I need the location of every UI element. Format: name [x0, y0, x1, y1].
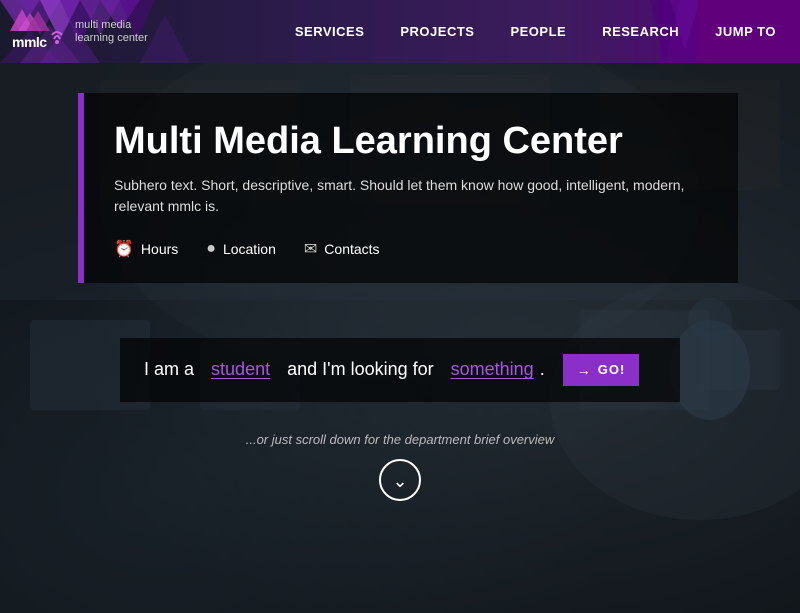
location-link[interactable]: ● Location — [206, 240, 276, 258]
search-link-student[interactable]: student — [211, 359, 270, 380]
nav-projects[interactable]: PROJECTS — [382, 0, 492, 63]
nav-links: SERVICES PROJECTS PEOPLE RESEARCH JUMP T… — [245, 0, 800, 63]
svg-text:mmlc: mmlc — [12, 34, 47, 50]
nav-jump-to[interactable]: JUMP TO — [697, 0, 800, 63]
search-suffix: . — [540, 359, 545, 380]
go-label: GO! — [598, 362, 626, 377]
scroll-text: ...or just scroll down for the departmen… — [246, 432, 555, 447]
location-label: Location — [223, 241, 276, 257]
envelope-icon: ✉ — [304, 239, 317, 259]
logo[interactable]: mmlc multi media learning center — [0, 9, 245, 54]
scroll-hint: ...or just scroll down for the departmen… — [0, 432, 800, 501]
hero-content: Multi Media Learning Center Subhero text… — [0, 63, 800, 613]
contacts-label: Contacts — [324, 241, 379, 257]
hours-link[interactable]: ⏰ Hours — [114, 239, 178, 259]
chevron-down-icon: ⌄ — [392, 472, 407, 490]
search-link-something[interactable]: something — [451, 359, 534, 380]
go-button[interactable]: → GO! — [563, 354, 640, 386]
nav-services[interactable]: SERVICES — [277, 0, 383, 63]
hero-subtitle: Subhero text. Short, descriptive, smart.… — [114, 175, 708, 217]
page-title: Multi Media Learning Center — [114, 121, 708, 163]
scroll-down-button[interactable]: ⌄ — [379, 459, 421, 501]
search-prefix: I am a — [144, 359, 194, 380]
title-box: Multi Media Learning Center Subhero text… — [78, 93, 738, 283]
search-middle: and I'm looking for — [287, 359, 434, 380]
nav-people[interactable]: PEOPLE — [492, 0, 584, 63]
arrow-icon: → — [577, 362, 592, 378]
search-bar: I am a student and I'm looking for somet… — [120, 338, 680, 402]
navigation: mmlc multi media learning center SERVICE… — [0, 0, 800, 63]
hours-label: Hours — [141, 241, 178, 257]
logo-line2: learning center — [75, 32, 148, 44]
logo-line1: multi media — [75, 19, 148, 31]
nav-research[interactable]: RESEARCH — [584, 0, 697, 63]
logo-text: multi media learning center — [75, 19, 148, 43]
contacts-link[interactable]: ✉ Contacts — [304, 239, 380, 259]
search-section: I am a student and I'm looking for somet… — [0, 338, 800, 402]
clock-icon: ⏰ — [114, 239, 134, 259]
location-icon: ● — [206, 240, 216, 258]
logo-icon: mmlc — [10, 9, 65, 54]
info-links: ⏰ Hours ● Location ✉ Contacts — [114, 239, 708, 259]
